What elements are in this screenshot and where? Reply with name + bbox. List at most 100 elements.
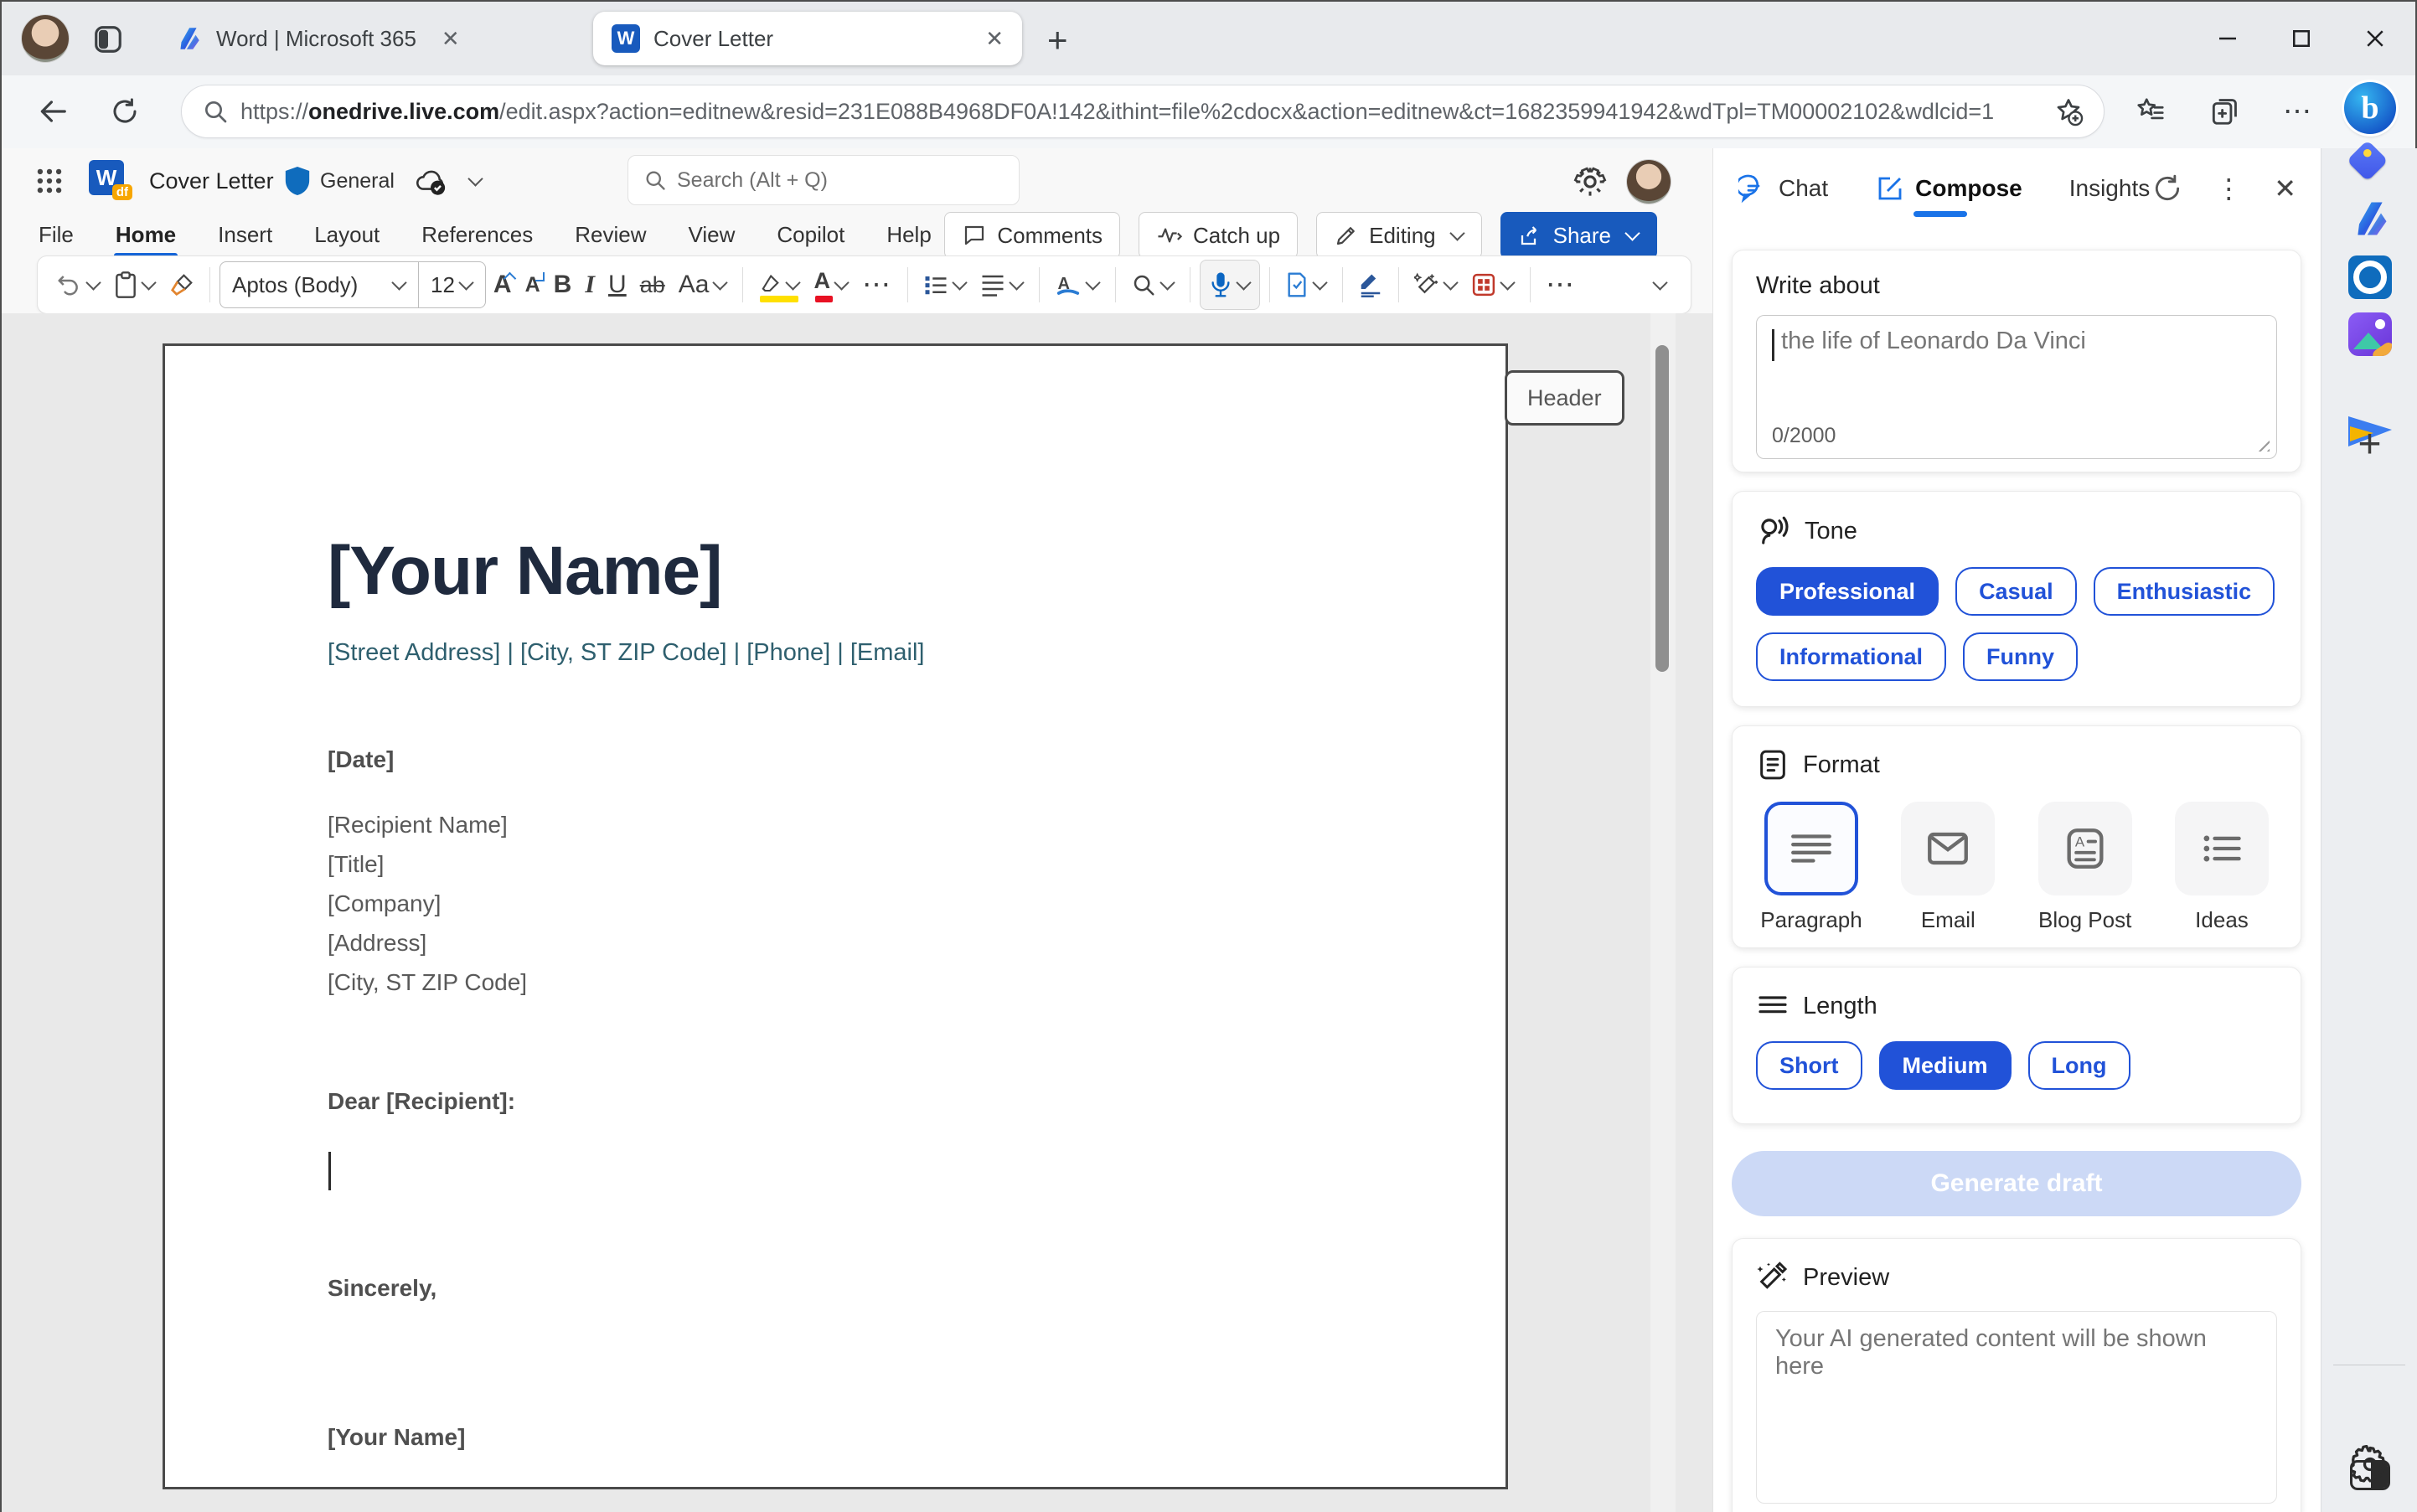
resize-handle[interactable] bbox=[2253, 435, 2270, 452]
undo-button[interactable] bbox=[49, 262, 106, 307]
minimize-button[interactable] bbox=[2204, 18, 2251, 59]
tone-enthusiastic[interactable]: Enthusiastic bbox=[2093, 567, 2275, 616]
browser-profile-avatar[interactable] bbox=[22, 15, 69, 62]
generate-draft-button[interactable]: Generate draft bbox=[1732, 1151, 2301, 1216]
length-medium[interactable]: Medium bbox=[1878, 1041, 2012, 1090]
bing-chat-icon[interactable]: b bbox=[2344, 82, 2396, 134]
more-font-options-button[interactable]: ⋯ bbox=[856, 262, 898, 307]
share-button[interactable]: Share bbox=[1500, 212, 1657, 259]
refresh-button[interactable] bbox=[104, 90, 146, 132]
length-short[interactable]: Short bbox=[1756, 1041, 1862, 1090]
document-title[interactable]: Cover Letter bbox=[149, 168, 274, 194]
image-creator-icon[interactable] bbox=[2347, 312, 2392, 356]
browser-tab-cover-letter[interactable]: W Cover Letter ✕ bbox=[593, 12, 1022, 65]
microsoft365-icon[interactable] bbox=[2348, 197, 2392, 240]
sidebar-settings-gear-icon[interactable] bbox=[2350, 1445, 2389, 1484]
document-page[interactable]: [Your Name] [Street Address] | [City, ST… bbox=[163, 343, 1508, 1489]
dictate-button[interactable] bbox=[1199, 260, 1260, 310]
shrink-font-button[interactable]: A bbox=[519, 262, 546, 307]
workspaces-icon[interactable] bbox=[92, 23, 124, 55]
save-status-icon[interactable] bbox=[414, 167, 447, 197]
browser-tab-word365[interactable]: Word | Microsoft 365 ✕ bbox=[156, 12, 583, 65]
doc-recipient-city[interactable]: [City, ST ZIP Code] bbox=[328, 969, 527, 996]
underline-button[interactable]: U bbox=[602, 262, 633, 307]
maximize-button[interactable] bbox=[2278, 18, 2325, 59]
search-input[interactable]: Search (Alt + Q) bbox=[627, 155, 1020, 205]
doc-name-heading[interactable]: [Your Name] bbox=[328, 532, 722, 611]
header-tag[interactable]: Header bbox=[1505, 370, 1624, 426]
italic-button[interactable]: I bbox=[579, 262, 601, 307]
doc-closing[interactable]: Sincerely, bbox=[328, 1275, 436, 1302]
user-avatar[interactable] bbox=[1627, 160, 1671, 204]
document-scrollbar[interactable] bbox=[1650, 313, 1676, 1512]
styles-button[interactable]: A bbox=[1049, 262, 1106, 307]
sensitivity-label[interactable]: General bbox=[320, 169, 395, 194]
settings-gear-icon[interactable] bbox=[1573, 165, 1607, 199]
doc-recipient-company[interactable]: [Company] bbox=[328, 890, 441, 917]
strikethrough-button[interactable]: ab bbox=[634, 262, 671, 307]
favorites-icon[interactable] bbox=[2130, 90, 2172, 132]
format-painter-button[interactable] bbox=[163, 262, 200, 307]
back-button[interactable] bbox=[32, 90, 74, 132]
collapse-ribbon-icon[interactable] bbox=[1652, 274, 1668, 291]
close-window-button[interactable] bbox=[2352, 18, 2399, 59]
menu-help[interactable]: Help bbox=[885, 217, 932, 253]
doc-recipient-name[interactable]: [Recipient Name] bbox=[328, 812, 508, 839]
line-spacing-button[interactable] bbox=[974, 262, 1030, 307]
doc-recipient-title[interactable]: [Title] bbox=[328, 851, 384, 878]
bold-button[interactable]: B bbox=[548, 262, 578, 307]
close-tab-icon[interactable]: ✕ bbox=[985, 26, 1004, 52]
font-color-button[interactable]: A bbox=[808, 262, 855, 307]
format-blog-post[interactable]: A Blog Post bbox=[2030, 802, 2141, 933]
format-email[interactable]: Email bbox=[1893, 802, 2003, 933]
menu-home[interactable]: Home bbox=[113, 217, 178, 258]
more-options-icon[interactable]: ⋮ bbox=[2215, 173, 2242, 204]
new-tab-button[interactable]: + bbox=[1047, 20, 1068, 60]
sensitivity-button[interactable] bbox=[1279, 262, 1333, 307]
tone-casual[interactable]: Casual bbox=[1955, 567, 2077, 616]
menu-copilot[interactable]: Copilot bbox=[775, 217, 846, 253]
tab-insights[interactable]: Insights bbox=[2069, 175, 2151, 202]
tab-chat[interactable]: Chat bbox=[1738, 173, 1828, 204]
app-launcher-icon[interactable] bbox=[34, 165, 65, 197]
collections-icon[interactable] bbox=[2203, 90, 2245, 132]
add-to-sidebar-icon[interactable]: + bbox=[2358, 421, 2381, 467]
format-ideas[interactable]: Ideas bbox=[2167, 802, 2277, 933]
write-about-input[interactable]: the life of Leonardo Da Vinci 0/2000 bbox=[1756, 315, 2277, 459]
menu-references[interactable]: References bbox=[420, 217, 535, 253]
paste-button[interactable] bbox=[108, 262, 162, 307]
editing-mode-button[interactable]: Editing bbox=[1316, 212, 1482, 259]
doc-salutation[interactable]: Dear [Recipient]: bbox=[328, 1088, 515, 1115]
menu-review[interactable]: Review bbox=[573, 217, 648, 253]
tone-funny[interactable]: Funny bbox=[1963, 632, 2079, 681]
menu-layout[interactable]: Layout bbox=[312, 217, 381, 253]
close-tab-icon[interactable]: ✕ bbox=[442, 26, 460, 52]
find-button[interactable] bbox=[1125, 262, 1180, 307]
change-case-button[interactable]: Aa bbox=[673, 262, 734, 307]
doc-signature[interactable]: [Your Name] bbox=[328, 1424, 465, 1451]
tab-compose[interactable]: Compose bbox=[1875, 173, 2022, 217]
doc-contact-line[interactable]: [Street Address] | [City, ST ZIP Code] |… bbox=[328, 639, 924, 667]
address-bar[interactable]: https://onedrive.live.com/edit.aspx?acti… bbox=[181, 85, 2105, 138]
close-sidebar-icon[interactable]: ✕ bbox=[2274, 173, 2296, 204]
chevron-down-icon[interactable] bbox=[467, 171, 483, 187]
bullet-list-button[interactable] bbox=[917, 262, 973, 307]
tone-informational[interactable]: Informational bbox=[1756, 632, 1947, 681]
more-toolbar-options-button[interactable]: ⋯ bbox=[1540, 262, 1582, 307]
text-highlight-button[interactable] bbox=[752, 262, 806, 307]
length-long[interactable]: Long bbox=[2027, 1041, 2130, 1090]
editor-button[interactable] bbox=[1352, 262, 1389, 307]
copilot-rewrite-button[interactable] bbox=[1408, 262, 1464, 307]
tone-professional[interactable]: Professional bbox=[1756, 567, 1939, 616]
shopping-tag-icon[interactable] bbox=[2346, 139, 2389, 182]
doc-recipient-address[interactable]: [Address] bbox=[328, 930, 426, 957]
add-favorite-icon[interactable] bbox=[2053, 96, 2084, 126]
comments-button[interactable]: Comments bbox=[944, 212, 1121, 259]
font-name-select[interactable]: Aptos (Body) bbox=[220, 272, 418, 298]
outlook-icon[interactable] bbox=[2347, 255, 2392, 299]
menu-file[interactable]: File bbox=[37, 217, 75, 253]
catch-up-button[interactable]: Catch up bbox=[1139, 212, 1299, 259]
doc-date[interactable]: [Date] bbox=[328, 746, 394, 773]
browser-settings-icon[interactable]: ⋯ bbox=[2277, 90, 2319, 132]
scrollbar-thumb[interactable] bbox=[1655, 345, 1669, 672]
